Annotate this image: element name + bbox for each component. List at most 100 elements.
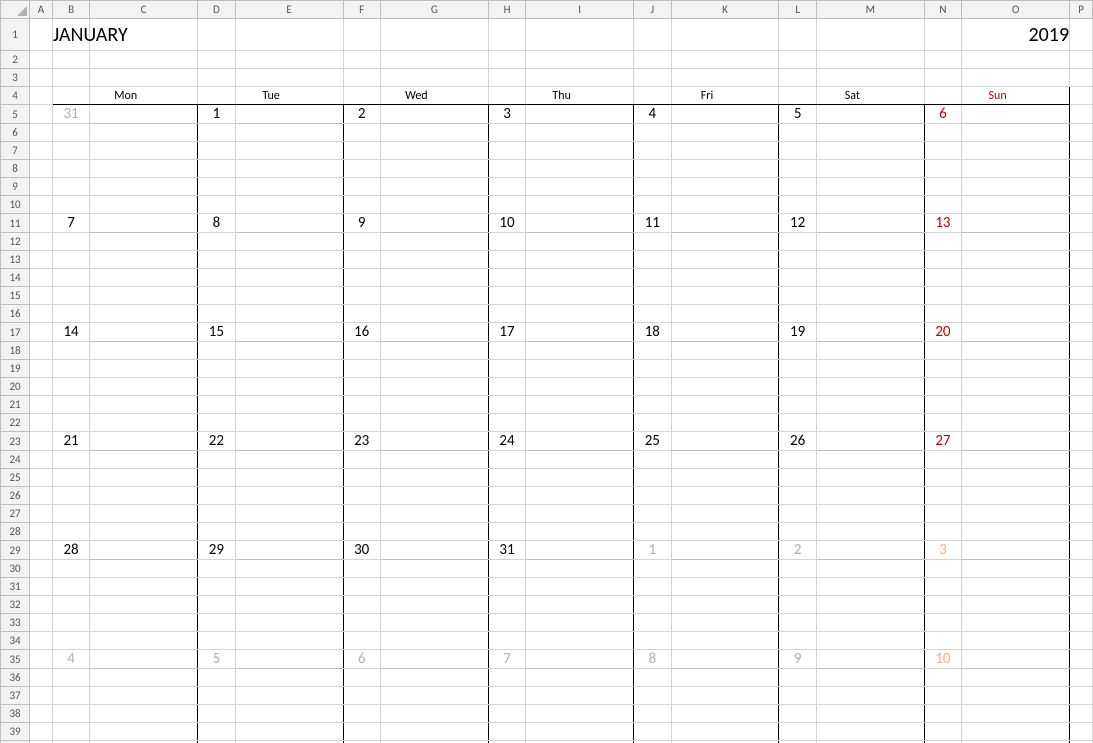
cell[interactable] bbox=[634, 523, 671, 541]
cell[interactable] bbox=[816, 105, 924, 124]
cell[interactable] bbox=[924, 360, 961, 378]
cell[interactable] bbox=[1070, 287, 1093, 305]
cell[interactable] bbox=[380, 614, 488, 632]
cell[interactable] bbox=[924, 451, 961, 469]
cell[interactable] bbox=[526, 414, 634, 432]
cell[interactable] bbox=[671, 178, 779, 196]
cell[interactable] bbox=[816, 323, 924, 342]
col-header[interactable]: K bbox=[671, 1, 779, 19]
col-header[interactable]: I bbox=[526, 1, 634, 19]
cell[interactable] bbox=[380, 69, 488, 87]
cell[interactable] bbox=[634, 414, 671, 432]
cell[interactable] bbox=[816, 396, 924, 414]
cell[interactable] bbox=[343, 414, 380, 432]
cell[interactable] bbox=[52, 505, 89, 523]
cell[interactable] bbox=[634, 487, 671, 505]
cell[interactable] bbox=[343, 614, 380, 632]
cell[interactable] bbox=[671, 51, 779, 69]
cell[interactable] bbox=[90, 705, 198, 723]
column-header-row[interactable]: A B C D E F G H I J K L M N O P bbox=[1, 1, 1093, 19]
cell[interactable] bbox=[380, 396, 488, 414]
cell[interactable] bbox=[198, 560, 235, 578]
row-header[interactable]: 7 bbox=[1, 142, 30, 160]
cell[interactable] bbox=[52, 414, 89, 432]
cell[interactable] bbox=[52, 669, 89, 687]
cell[interactable] bbox=[380, 414, 488, 432]
cell[interactable] bbox=[1070, 523, 1093, 541]
cell[interactable] bbox=[52, 342, 89, 360]
row-header[interactable]: 37 bbox=[1, 687, 30, 705]
cell[interactable] bbox=[962, 51, 1070, 69]
cell[interactable] bbox=[526, 378, 634, 396]
cell[interactable] bbox=[671, 723, 779, 741]
cell[interactable] bbox=[962, 505, 1070, 523]
cell[interactable] bbox=[526, 287, 634, 305]
cell[interactable] bbox=[52, 251, 89, 269]
cell[interactable] bbox=[1070, 51, 1093, 69]
cell[interactable] bbox=[90, 414, 198, 432]
cell[interactable] bbox=[671, 378, 779, 396]
cell[interactable] bbox=[198, 160, 235, 178]
row-header[interactable]: 33 bbox=[1, 614, 30, 632]
cell[interactable] bbox=[52, 305, 89, 323]
cell[interactable] bbox=[30, 196, 53, 214]
cell[interactable] bbox=[634, 505, 671, 523]
cell[interactable] bbox=[343, 69, 380, 87]
col-header[interactable]: J bbox=[634, 1, 671, 19]
cell[interactable] bbox=[1070, 124, 1093, 142]
cell[interactable] bbox=[526, 323, 634, 342]
col-header[interactable]: O bbox=[962, 1, 1070, 19]
cell[interactable] bbox=[488, 124, 525, 142]
cell[interactable] bbox=[488, 396, 525, 414]
cell[interactable] bbox=[380, 596, 488, 614]
cell[interactable] bbox=[962, 214, 1070, 233]
cell[interactable] bbox=[488, 414, 525, 432]
row-header[interactable]: 3 bbox=[1, 69, 30, 87]
cell[interactable] bbox=[779, 342, 816, 360]
cell[interactable] bbox=[343, 142, 380, 160]
cell[interactable] bbox=[52, 687, 89, 705]
cell[interactable] bbox=[488, 342, 525, 360]
cell[interactable] bbox=[962, 650, 1070, 669]
cell[interactable] bbox=[526, 541, 634, 560]
cell[interactable] bbox=[1070, 87, 1093, 105]
cell[interactable] bbox=[30, 360, 53, 378]
cell[interactable] bbox=[526, 160, 634, 178]
cell[interactable] bbox=[488, 19, 525, 51]
cell[interactable] bbox=[30, 287, 53, 305]
cell[interactable] bbox=[526, 451, 634, 469]
cell[interactable] bbox=[30, 251, 53, 269]
cell[interactable] bbox=[198, 196, 235, 214]
cell[interactable] bbox=[235, 669, 343, 687]
cell[interactable] bbox=[235, 432, 343, 451]
cell[interactable] bbox=[816, 723, 924, 741]
cell[interactable] bbox=[1070, 305, 1093, 323]
cell[interactable] bbox=[634, 251, 671, 269]
cell[interactable] bbox=[816, 469, 924, 487]
cell[interactable] bbox=[1070, 614, 1093, 632]
cell[interactable] bbox=[526, 233, 634, 251]
cell[interactable] bbox=[30, 523, 53, 541]
cell[interactable] bbox=[30, 650, 53, 669]
cell[interactable] bbox=[526, 650, 634, 669]
cell[interactable] bbox=[924, 396, 961, 414]
cell[interactable] bbox=[526, 214, 634, 233]
cell[interactable] bbox=[962, 178, 1070, 196]
cell[interactable] bbox=[343, 669, 380, 687]
cell[interactable] bbox=[526, 269, 634, 287]
cell[interactable] bbox=[90, 505, 198, 523]
cell[interactable] bbox=[1070, 451, 1093, 469]
cell[interactable] bbox=[235, 19, 343, 51]
cell[interactable] bbox=[634, 196, 671, 214]
cell[interactable] bbox=[924, 469, 961, 487]
cell[interactable] bbox=[1070, 214, 1093, 233]
cell[interactable] bbox=[526, 469, 634, 487]
row-header[interactable]: 26 bbox=[1, 487, 30, 505]
cell[interactable] bbox=[235, 705, 343, 723]
cell[interactable] bbox=[198, 669, 235, 687]
cell[interactable] bbox=[235, 196, 343, 214]
cell[interactable] bbox=[30, 87, 53, 105]
cell[interactable] bbox=[671, 160, 779, 178]
cell[interactable] bbox=[816, 142, 924, 160]
cell[interactable] bbox=[671, 251, 779, 269]
